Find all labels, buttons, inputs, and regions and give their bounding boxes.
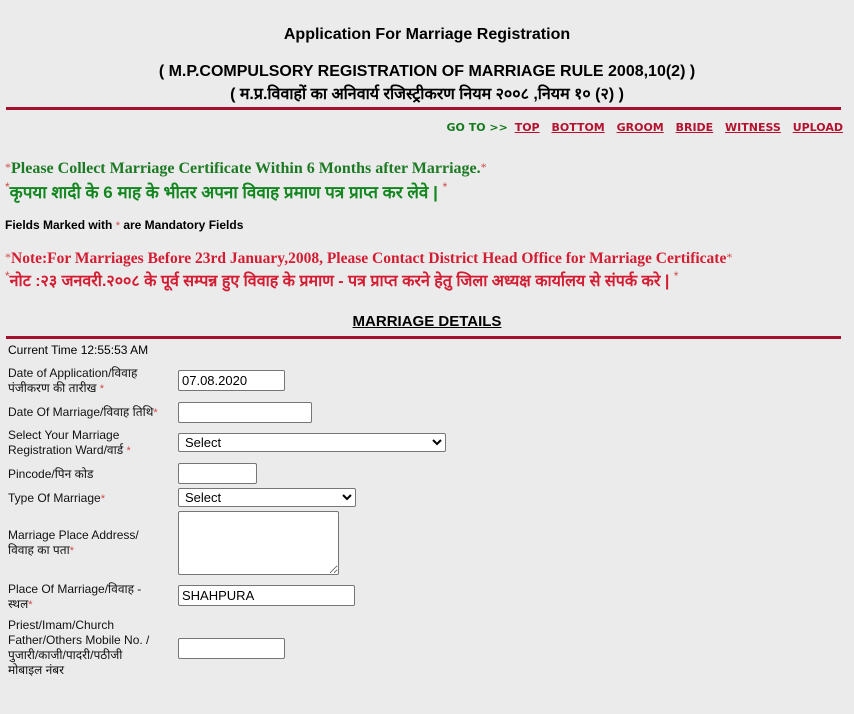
rule-reference-english: ( M.P.COMPULSORY REGISTRATION OF MARRIAG… [158, 63, 696, 80]
collect-certificate-notice-hindi: *कृपया शादी के 6 माह के भीतर अपना विवाह … [5, 180, 448, 202]
header-divider [6, 107, 841, 110]
goto-bottom-link[interactable]: BOTTOM [551, 121, 604, 134]
current-time: Current Time 12:55:53 AM [8, 343, 149, 357]
place-of-marriage-input[interactable] [178, 585, 355, 606]
marriage-address-label: Marriage Place Address/ विवाह का पता* [8, 528, 139, 557]
place-of-marriage-label: Place Of Marriage/विवाह - स्थल* [8, 582, 142, 611]
rule-reference-hindi: ( म.प्र.विवाहों का अनिवार्य रजिस्ट्रीकरण… [230, 86, 624, 103]
collect-certificate-notice-english: *Please Collect Marriage Certificate Wit… [5, 160, 487, 177]
pincode-input[interactable] [178, 463, 257, 484]
ward-label: Select Your Marriage Registration Ward/व… [8, 428, 131, 457]
goto-upload-link[interactable]: UPLOAD [793, 121, 843, 134]
date-of-application-label: Date of Application/विवाह पंजीकरण की तार… [8, 366, 138, 395]
section-divider [6, 336, 841, 339]
goto-bride-link[interactable]: BRIDE [676, 121, 714, 134]
goto-groom-link[interactable]: GROOM [617, 121, 664, 134]
priest-mobile-input[interactable] [178, 638, 285, 659]
date-of-marriage-label: Date Of Marriage/विवाह तिथि* [8, 405, 158, 419]
current-time-value: 12:55:53 AM [80, 343, 149, 357]
type-of-marriage-select[interactable]: Select [178, 488, 356, 507]
pre-2008-note-english: *Note:For Marriages Before 23rd January,… [5, 250, 733, 267]
mandatory-fields-note: Fields Marked with * are Mandatory Field… [5, 218, 244, 232]
date-of-application-input[interactable] [178, 370, 285, 391]
priest-mobile-label: Priest/Imam/Church Father/Others Mobile … [8, 618, 150, 677]
goto-top-link[interactable]: TOP [515, 121, 540, 134]
pre-2008-note-hindi: *नोट :२३ जनवरी.२००८ के पूर्व सम्पन्न हुए… [5, 269, 679, 290]
goto-nav: GO TO >> TOP BOTTOM GROOM BRIDE WITNESS … [447, 121, 843, 134]
type-of-marriage-label: Type Of Marriage* [8, 491, 105, 505]
date-of-marriage-input[interactable] [178, 402, 312, 423]
ward-select[interactable]: Select [178, 433, 446, 452]
marriage-address-textarea[interactable] [178, 511, 339, 575]
goto-label: GO TO >> [446, 121, 508, 134]
goto-witness-link[interactable]: WITNESS [725, 121, 781, 134]
page-title: Application For Marriage Registration [283, 26, 571, 43]
pincode-label: Pincode/पिन कोड [8, 467, 94, 481]
section-title-marriage-details: MARRIAGE DETAILS [352, 313, 502, 330]
